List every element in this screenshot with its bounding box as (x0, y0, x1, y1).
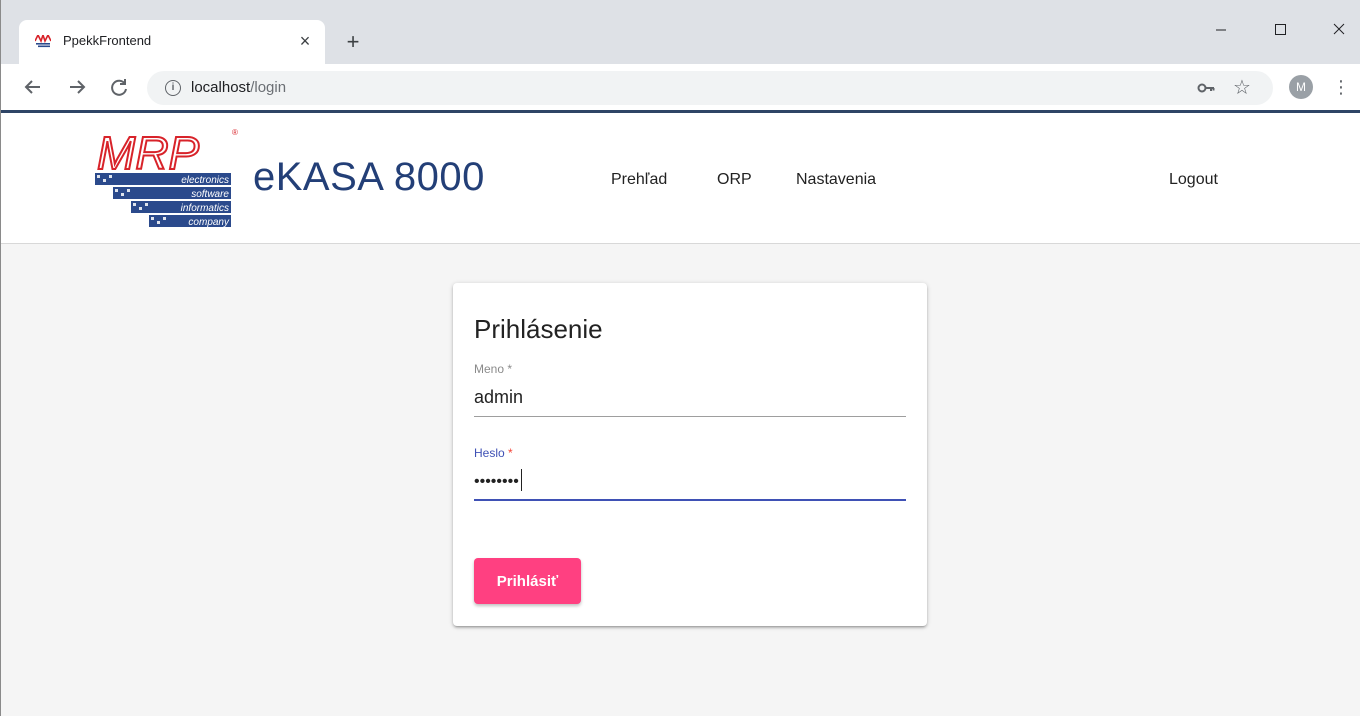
tab-strip: PpekkFrontend × + (1, 0, 1360, 64)
login-button[interactable]: Prihlásiť (474, 558, 581, 604)
profile-avatar[interactable]: M (1289, 75, 1313, 99)
url-text[interactable]: localhost/login (191, 79, 286, 96)
logo-line-1: electronics (181, 175, 229, 186)
logout-link[interactable]: Logout (1169, 171, 1218, 189)
nav-link-prehlad[interactable]: Prehľad (611, 171, 667, 189)
username-label: Meno * (474, 362, 513, 376)
more-vert-icon[interactable]: ⋮ (1331, 73, 1351, 101)
favicon-icon (35, 35, 51, 48)
browser-toolbar: i localhost/login ☆ M ⋮ (1, 64, 1360, 111)
password-field[interactable]: •••••••• (474, 469, 522, 491)
star-icon[interactable]: ☆ (1233, 75, 1251, 100)
nav-link-orp[interactable]: ORP (717, 171, 752, 189)
maximize-icon[interactable] (1261, 12, 1301, 48)
login-card: Prihlásenie Meno * admin Heslo * •••••••… (453, 283, 927, 626)
new-tab-button[interactable]: + (339, 28, 367, 56)
reload-icon[interactable] (105, 73, 133, 101)
arrow-left-icon[interactable] (19, 73, 47, 101)
svg-text:®: ® (232, 128, 238, 137)
username-field[interactable]: admin (474, 387, 523, 408)
password-underline (474, 499, 906, 501)
browser-tab[interactable]: PpekkFrontend × (19, 20, 325, 64)
app-header: MRP ® electronics software informatics c… (1, 113, 1360, 244)
company-logo: MRP ® electronics software informatics c… (95, 126, 238, 228)
key-icon[interactable] (1197, 80, 1215, 96)
main-content: Prihlásenie Meno * admin Heslo * •••••••… (1, 244, 1360, 716)
logo-wordmark: MRP (97, 127, 200, 179)
logo-line-3: informatics (181, 203, 229, 214)
password-label: Heslo * (474, 446, 513, 460)
arrow-right-icon[interactable] (63, 73, 91, 101)
logo-line-4: company (188, 217, 230, 228)
username-underline (474, 416, 906, 417)
tab-close-icon[interactable]: × (293, 29, 317, 53)
tab-title: PpekkFrontend (63, 33, 152, 48)
login-title: Prihlásenie (474, 314, 603, 344)
nav-link-nastavenia[interactable]: Nastavenia (796, 171, 876, 189)
app-brand-title[interactable]: eKASA 8000 (253, 155, 485, 200)
browser-window: PpekkFrontend × + i localhost/login ☆ M … (0, 0, 1360, 716)
text-caret (520, 469, 522, 491)
close-icon[interactable] (1319, 12, 1359, 48)
minimize-icon[interactable] (1201, 12, 1241, 48)
address-bar[interactable]: i localhost/login ☆ (147, 71, 1273, 105)
info-icon[interactable]: i (165, 80, 181, 96)
logo-line-2: software (191, 189, 229, 200)
